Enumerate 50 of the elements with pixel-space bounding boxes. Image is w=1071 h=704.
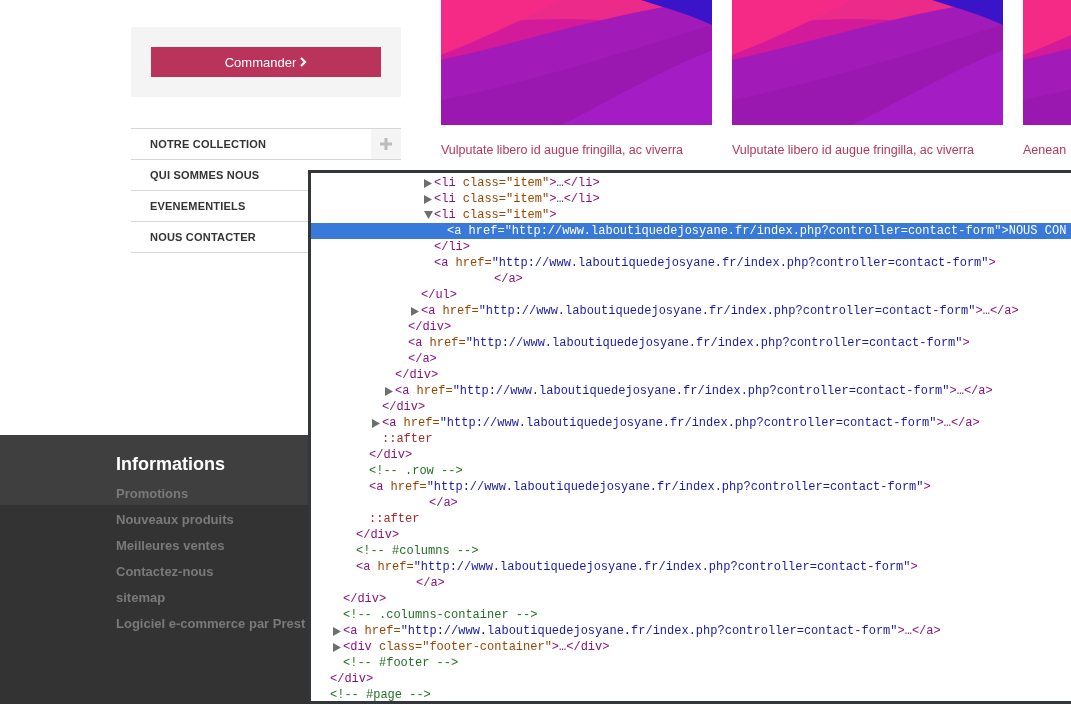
order-button[interactable]: Commander [151, 47, 381, 77]
code-line[interactable]: <!-- #columns --> [311, 543, 1071, 559]
chevron-right-icon [300, 57, 308, 67]
code-line[interactable]: </div> [311, 367, 1071, 383]
menu-item[interactable]: NOUS CONTACTER [150, 231, 256, 243]
code-line[interactable]: <a href="http://www.laboutiquedejosyane.fr/index.php?controller=contact-form"> [311, 255, 1071, 271]
product-description-line: Aenean [1023, 142, 1068, 159]
code-line[interactable]: </div> [311, 399, 1071, 415]
code-line[interactable]: </li> [311, 239, 1071, 255]
code-line[interactable]: ::after [311, 431, 1071, 447]
code-line[interactable]: <!-- .columns-container --> [311, 607, 1071, 623]
code-line[interactable]: </a> [311, 271, 1071, 287]
menu-item[interactable]: NOTRE COLLECTION [150, 138, 267, 150]
product-description-line: Vulputate libero id augue fringilla, ac viverra [732, 142, 976, 159]
code-line[interactable]: ::after [311, 511, 1071, 527]
code-line[interactable]: <div class="footer-container">…</div> [311, 639, 1071, 655]
code-line[interactable]: <li class="item"> [311, 207, 1071, 223]
code-line[interactable]: </a> [311, 575, 1071, 591]
code-line[interactable]: <!-- #page --> [311, 687, 1071, 701]
code-line[interactable]: <li class="item">…</li> [311, 175, 1071, 191]
code-line[interactable]: <a href="http://www.laboutiquedejosyane.fr/index.php?controller=contact-form"> [311, 559, 1071, 575]
menu-item[interactable]: EVENEMENTIELS [150, 200, 246, 212]
caret-down-icon[interactable] [424, 211, 433, 219]
code-line[interactable]: <a href="http://www.laboutiquedejosyane.fr/index.php?controller=contact-form">…</a> [311, 383, 1071, 399]
code-line[interactable]: </div> [311, 671, 1071, 687]
code-line[interactable]: </div> [311, 319, 1071, 335]
footer-heading: Informations [116, 453, 225, 476]
caret-right-icon[interactable] [372, 418, 380, 428]
code-line[interactable]: <!-- #footer --> [311, 655, 1071, 671]
caret-right-icon[interactable] [411, 306, 419, 316]
code-line[interactable]: <a href="http://www.laboutiquedejosyane.fr/index.php?controller=contact-form"> [311, 479, 1071, 495]
code-line[interactable]: <!-- .row --> [311, 463, 1071, 479]
menu-item[interactable]: QUI SOMMES NOUS [150, 169, 260, 181]
caret-right-icon[interactable] [333, 642, 341, 652]
code-line[interactable]: </a> [311, 495, 1071, 511]
code-line[interactable]: <a href="http://www.laboutiquedejosyane.fr/index.php?controller=contact-form">…</a> [311, 623, 1071, 639]
code-line[interactable]: <li class="item">…</li> [311, 191, 1071, 207]
code-line[interactable]: </div> [311, 527, 1071, 543]
code-line[interactable]: <a href="http://www.laboutiquedejosyane.fr/index.php?controller=contact-form">…</a> [311, 303, 1071, 319]
code-line[interactable]: <a href="http://www.laboutiquedejosyane.fr/index.php?controller=contact-form">…</a> [311, 415, 1071, 431]
code-line[interactable]: </a> [311, 351, 1071, 367]
code-line[interactable]: <a href="http://www.laboutiquedejosyane.fr/index.php?controller=contact-form"> [311, 335, 1071, 351]
caret-right-icon[interactable] [424, 178, 432, 188]
code-line[interactable]: </div> [311, 447, 1071, 463]
caret-right-icon[interactable] [333, 626, 341, 636]
caret-right-icon[interactable] [385, 386, 393, 396]
caret-right-icon[interactable] [424, 194, 432, 204]
code-line[interactable]: </div> [311, 591, 1071, 607]
product-description-line: Vulputate libero id augue fringilla, ac viverra [441, 142, 685, 159]
code-line[interactable]: </ul> [311, 287, 1071, 303]
